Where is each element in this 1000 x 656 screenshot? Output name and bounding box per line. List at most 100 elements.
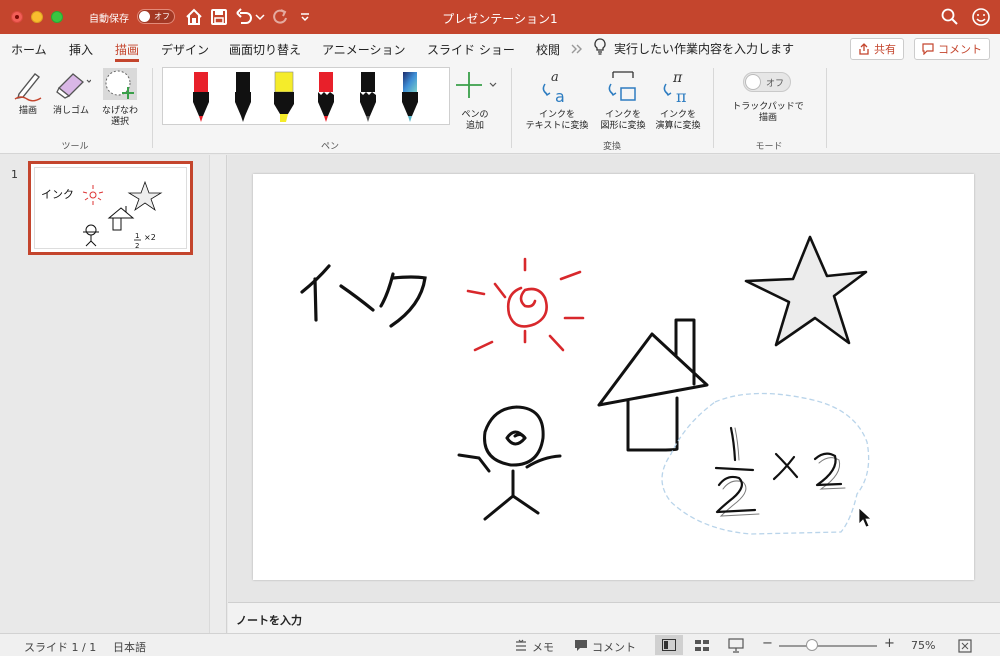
ink-to-shape-button[interactable]: インクを 図形に変換: [598, 68, 648, 132]
add-pen-plus-icon: [456, 72, 497, 98]
add-pen-button[interactable]: ペンの 追加: [453, 68, 497, 132]
ink-handwriting-katakana: [300, 264, 427, 328]
draw-ribbon: 描画 消しゴム なげなわ 選択 ツール ペンの 追加 ペン aa インクを テキ…: [0, 62, 1000, 154]
ink-to-math-button[interactable]: ππ インクを 演算に変換: [652, 68, 704, 132]
ink-sun-drawing: [466, 257, 585, 352]
status-bar: スライド 1 / 1 日本語 メモ コメント − + 75%: [0, 633, 1000, 656]
svg-text:π: π: [672, 70, 683, 86]
ink-math-outline-echo: [719, 427, 846, 517]
trackpad-label-1: トラックパッドで: [732, 102, 804, 112]
fit-to-window-icon[interactable]: [958, 639, 972, 653]
trackpad-draw-toggle[interactable]: オフ: [743, 72, 791, 92]
notes-toggle-button[interactable]: メモ: [532, 639, 554, 655]
svg-text:π: π: [676, 87, 687, 106]
comments-toggle-button[interactable]: コメント: [592, 639, 636, 655]
more-tabs-chevron-icon[interactable]: [570, 44, 584, 54]
ribbon-divider: [713, 68, 714, 148]
share-label: 共有: [874, 43, 896, 56]
tab-draw[interactable]: 描画: [115, 41, 140, 62]
ink-to-shape-label-1: インクを: [604, 110, 641, 120]
lightbulb-icon: [594, 38, 606, 55]
ink-house-drawing: [597, 318, 709, 452]
svg-text:1: 1: [135, 232, 139, 240]
zoom-slider-thumb[interactable]: [806, 639, 819, 651]
ribbon-divider: [152, 68, 153, 148]
comment-icon: [922, 43, 934, 55]
share-icon: [859, 43, 869, 55]
tab-insert[interactable]: 挿入: [69, 41, 93, 58]
trackpad-toggle-state: オフ: [766, 79, 785, 89]
zoom-level[interactable]: 75%: [911, 639, 935, 652]
pen-galaxy-icon[interactable]: [395, 70, 425, 124]
normal-view-button[interactable]: [655, 635, 683, 655]
notes-placeholder: ノートを入力: [236, 614, 302, 627]
zoom-slider-track[interactable]: [779, 645, 877, 647]
comment-button[interactable]: コメント: [914, 38, 990, 60]
share-button[interactable]: 共有: [850, 38, 904, 60]
zoom-in-button[interactable]: +: [884, 636, 895, 651]
mouse-cursor-icon: [858, 507, 873, 528]
add-pen-label-2: 追加: [465, 121, 484, 131]
tab-slideshow[interactable]: スライド ショー: [427, 41, 515, 58]
pen-black-icon[interactable]: [228, 70, 258, 124]
tab-animations[interactable]: アニメーション: [322, 41, 406, 58]
ribbon-divider: [511, 68, 512, 148]
pencil-red-icon[interactable]: [311, 70, 341, 124]
svg-text:×2: ×2: [144, 233, 156, 242]
slide-canvas[interactable]: [253, 174, 974, 580]
search-icon[interactable]: [940, 7, 960, 27]
eraser-button[interactable]: 消しゴム: [48, 68, 94, 117]
slideshow-view-icon[interactable]: [728, 638, 744, 653]
pane-scrollbar[interactable]: [209, 155, 227, 633]
trackpad-label-2: 描画: [758, 113, 777, 123]
tab-home[interactable]: ホーム: [11, 41, 47, 58]
title-bar: 自動保存 オフ プレゼンテーション1: [0, 0, 1000, 34]
pen-gallery: [162, 67, 450, 125]
slide-thumbnail[interactable]: インク 1 2 ×2: [28, 161, 193, 255]
normal-view-icon: [662, 639, 676, 651]
notes-pane[interactable]: ノートを入力: [228, 602, 1000, 633]
ink-to-text-button[interactable]: aa インクを テキストに変換: [521, 68, 593, 132]
ink-to-text-icon: aa: [542, 70, 565, 106]
language-indicator[interactable]: 日本語: [113, 639, 146, 655]
tools-group-label: ツール: [61, 142, 89, 152]
ink-to-shape-icon: [608, 71, 636, 101]
ink-to-math-icon: ππ: [663, 70, 687, 106]
pen-red-icon[interactable]: [186, 70, 216, 124]
feedback-smiley-icon[interactable]: [971, 7, 991, 27]
lasso-select-button[interactable]: なげなわ 選択: [99, 66, 141, 128]
zoom-out-button[interactable]: −: [762, 636, 773, 651]
slide-sorter-view-icon[interactable]: [694, 639, 710, 652]
lasso-label-1: なげなわ: [101, 106, 138, 116]
tab-transitions[interactable]: 画面切り替え: [229, 41, 301, 58]
slide-thumbnail-canvas: インク 1 2 ×2: [34, 167, 187, 250]
tab-review[interactable]: 校閲: [536, 41, 560, 58]
svg-text:a: a: [551, 70, 559, 85]
convert-group-label: 変換: [602, 142, 621, 152]
slide-thumbnail-pane: 1 インク 1 2 ×2: [0, 155, 209, 633]
highlighter-yellow-icon[interactable]: [269, 70, 299, 124]
ink-drawing-layer: [300, 235, 873, 535]
comments-icon[interactable]: [574, 639, 588, 653]
ink-to-text-label-2: テキストに変換: [525, 121, 589, 131]
lasso-select-icon: [103, 68, 137, 100]
ink-to-text-label-1: インクを: [538, 110, 575, 120]
tab-design[interactable]: デザイン: [161, 41, 209, 58]
document-title: プレゼンテーション1: [442, 12, 558, 26]
ribbon-tabs: ホーム 挿入 描画 デザイン 画面切り替え アニメーション スライド ショー 校…: [0, 34, 1000, 62]
notes-icon[interactable]: [514, 639, 528, 653]
ink-to-math-label-2: 演算に変換: [655, 121, 701, 131]
selection-lasso-outline: [661, 392, 870, 535]
thumbnail-drawing: 1 2 ×2: [82, 180, 163, 250]
pens-group-label: ペン: [320, 142, 339, 152]
svg-text:2: 2: [135, 242, 139, 250]
tell-me-input[interactable]: 実行したい作業内容を入力します: [614, 40, 794, 57]
trackpad-toggle-knob: [745, 74, 761, 90]
slide-editing-area: [228, 155, 1000, 602]
ink-to-shape-label-2: 図形に変換: [600, 121, 646, 131]
draw-button[interactable]: 描画: [10, 68, 46, 117]
ribbon-divider: [826, 68, 827, 148]
svg-text:a: a: [555, 87, 565, 106]
pencil-black-icon[interactable]: [353, 70, 383, 124]
lasso-label-2: 選択: [110, 117, 129, 127]
